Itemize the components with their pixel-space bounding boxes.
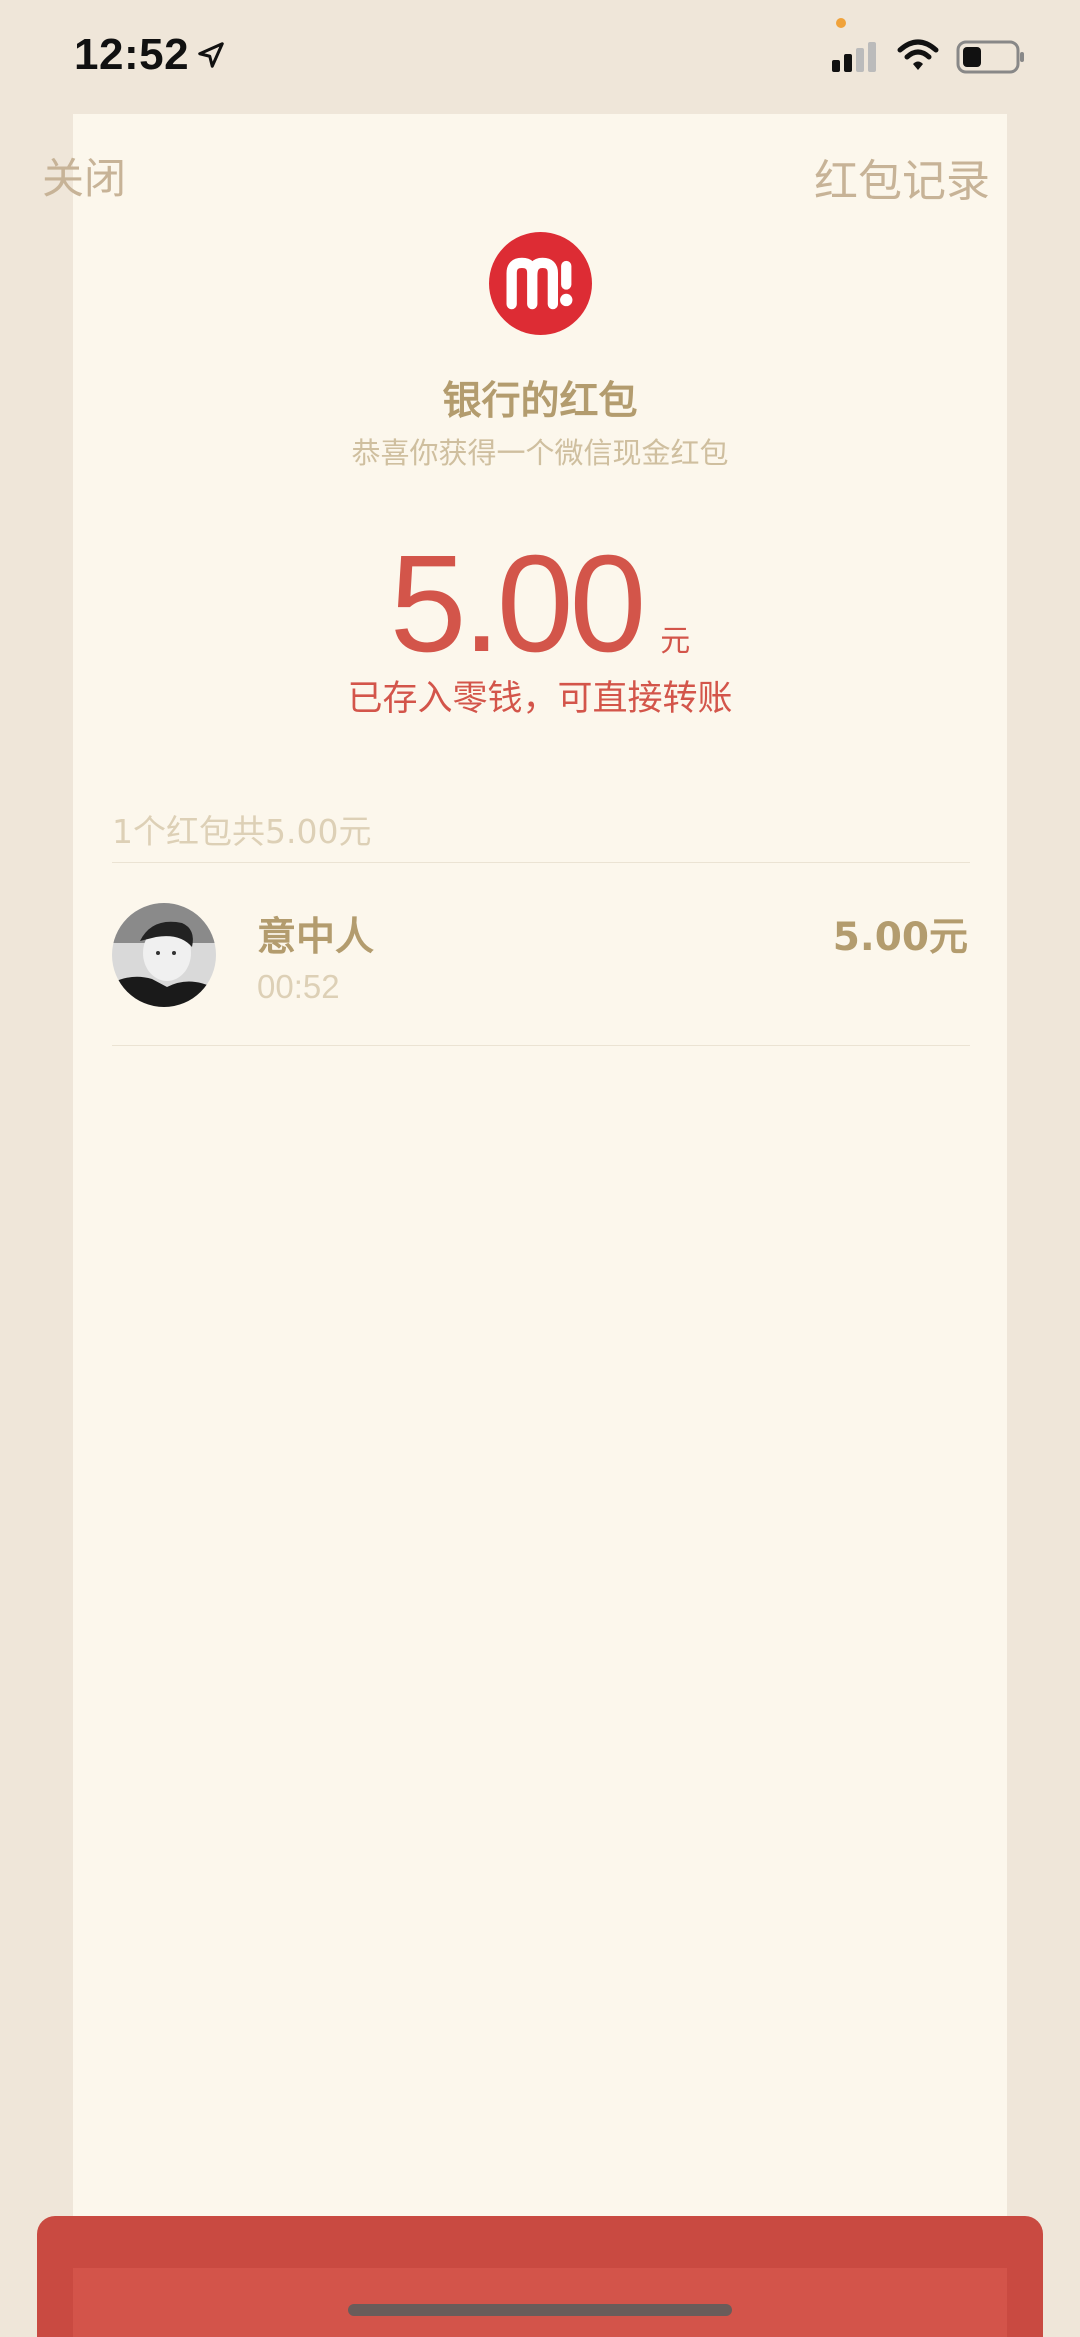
receiver-time: 00:52: [257, 968, 340, 1005]
sender-title: 银行的红包: [442, 379, 638, 424]
amount-display: 5.00 元: [0, 535, 1080, 673]
status-bar: 12:52: [0, 0, 1080, 110]
home-indicator[interactable]: [348, 2304, 732, 2316]
amount-unit: 元: [660, 624, 691, 659]
wifi-icon: [897, 39, 939, 70]
receiver-amount: 5.00元: [832, 915, 968, 960]
greeting-subtitle: 恭喜你获得一个微信现金红包: [351, 436, 729, 470]
amount-value: 5.00: [389, 527, 647, 681]
receiver-name: 意中人: [257, 915, 375, 960]
divider: [112, 862, 970, 863]
packet-summary: 1个红包共5.00元: [112, 812, 372, 851]
avatar: [112, 903, 216, 1007]
red-packet-bottom-strip: [73, 2268, 1007, 2337]
location-arrow-icon: [198, 42, 224, 68]
status-time: 12:52: [74, 30, 190, 79]
close-button[interactable]: 关闭: [42, 145, 126, 206]
signal-icon: [832, 42, 876, 72]
red-packet-records-link[interactable]: 红包记录: [814, 145, 990, 209]
battery-icon: [956, 40, 1024, 74]
divider: [112, 1045, 970, 1046]
bank-logo-icon: [489, 232, 592, 335]
deposit-note-link[interactable]: 已存入零钱，可直接转账: [0, 670, 1080, 721]
privacy-indicator-dot: [836, 18, 846, 28]
